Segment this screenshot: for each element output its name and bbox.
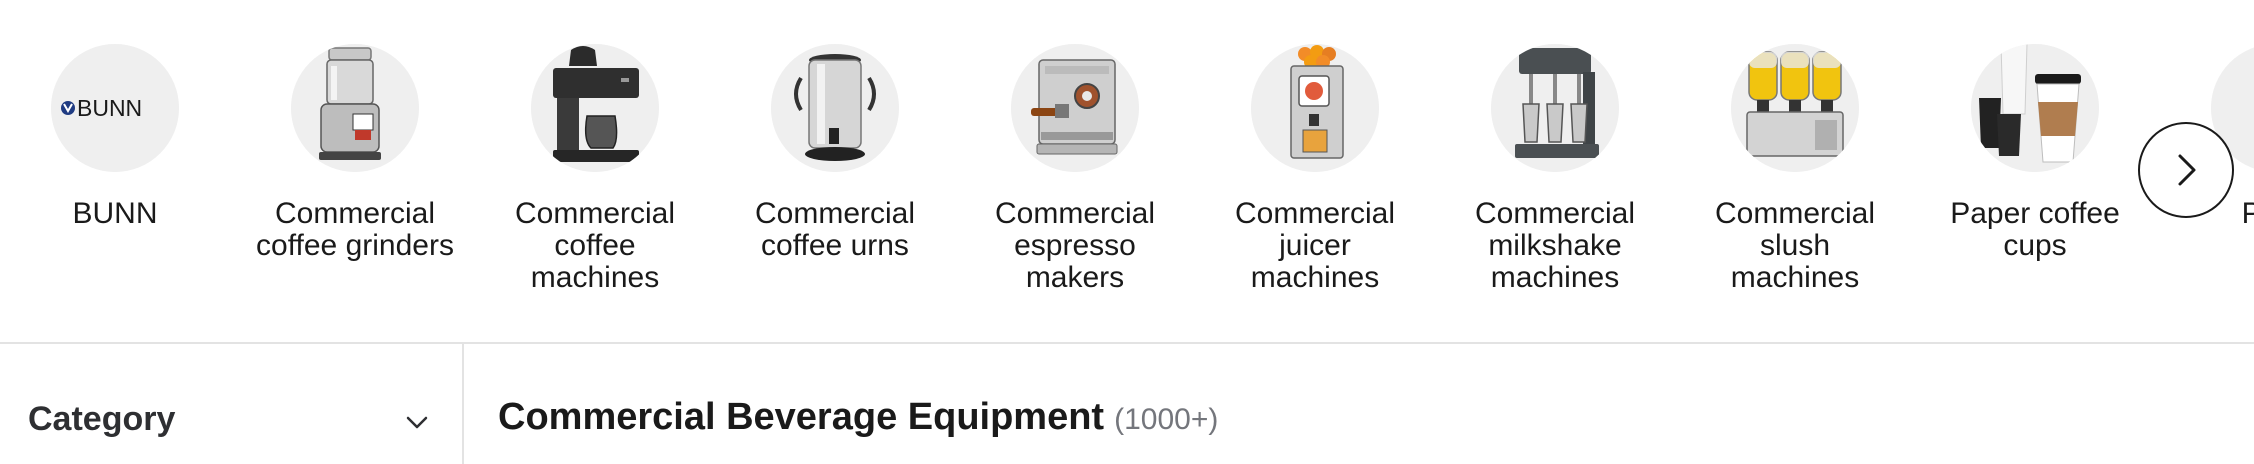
category-item-juicer-machines[interactable]: Commercial juicer machines xyxy=(1210,44,1420,294)
category-label: Commercial juicer machines xyxy=(1234,197,1396,294)
slush-machine-image xyxy=(1731,44,1859,172)
coffee-urn-image xyxy=(771,44,899,172)
page-title: Commercial Beverage Equipment xyxy=(498,396,1105,438)
juicer-machine-image xyxy=(1251,44,1379,172)
category-label: Commercial slush machines xyxy=(1714,197,1876,294)
results-header: Commercial Beverage Equipment (1000+) xyxy=(498,396,1218,439)
chevron-right-icon xyxy=(2178,154,2196,186)
category-item-paper-coffee-cups[interactable]: Paper coffee cups xyxy=(1930,44,2140,262)
category-item-coffee-urns[interactable]: Commercial coffee urns xyxy=(730,44,940,262)
category-filter-title: Category xyxy=(28,400,176,438)
category-item-coffee-grinders[interactable]: Commercial coffee grinders xyxy=(250,44,460,262)
results-count: (1000+) xyxy=(1114,403,1219,436)
category-item-slush-machines[interactable]: Commercial slush machines xyxy=(1690,44,1900,294)
category-filter-header[interactable]: Category xyxy=(0,344,464,464)
bunn-logo-text: BUNN xyxy=(77,95,142,121)
category-item-bunn[interactable]: BUNN BUNN xyxy=(10,44,220,230)
milkshake-machine-image xyxy=(1491,44,1619,172)
chevron-down-icon[interactable] xyxy=(402,408,432,438)
coffee-grinder-image xyxy=(291,44,419,172)
category-item-espresso-makers[interactable]: Commercial espresso makers xyxy=(970,44,1180,294)
category-label: Commercial coffee machines xyxy=(514,197,676,294)
category-item-coffee-machines[interactable]: Commercial coffee machines xyxy=(490,44,700,294)
category-label: Paper coffee cups xyxy=(1950,197,2120,262)
category-label: Commercial espresso makers xyxy=(994,197,1156,294)
category-label: Commercial milkshake machines xyxy=(1474,197,1636,294)
category-label: Commercial coffee urns xyxy=(754,197,916,262)
coffee-machine-image xyxy=(531,44,659,172)
category-label: BUNN xyxy=(72,197,158,230)
espresso-maker-image xyxy=(1011,44,1139,172)
carousel-next-button[interactable] xyxy=(2138,122,2234,218)
category-label: Commercial coffee grinders xyxy=(256,197,454,262)
category-carousel: BUNN BUNN Commercial coffee grinders Com… xyxy=(0,0,2254,340)
paper-cups-image xyxy=(1971,44,2099,172)
bunn-logo: BUNN xyxy=(51,44,179,172)
category-item-milkshake-machines[interactable]: Commercial milkshake machines xyxy=(1450,44,1660,294)
